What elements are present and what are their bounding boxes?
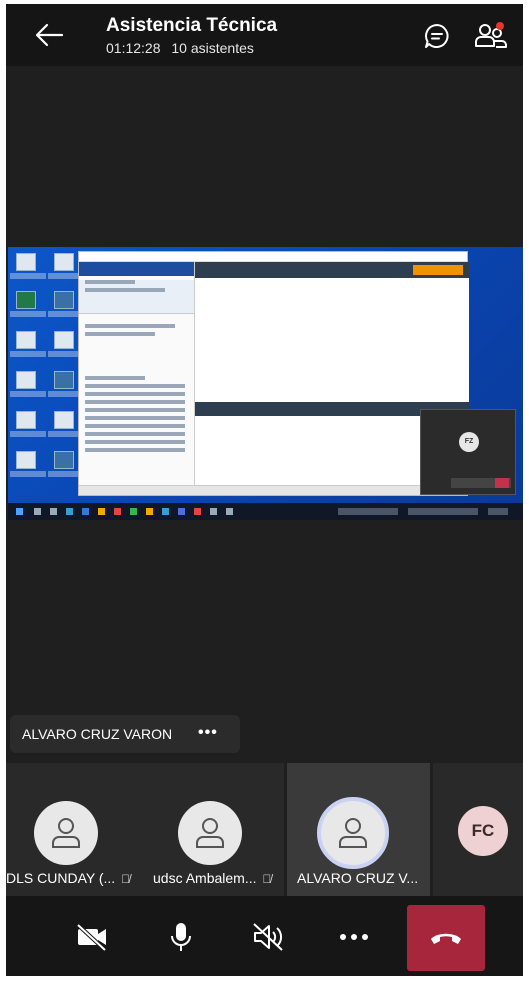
desktop-icon-label [10, 471, 46, 477]
notification-dot [496, 22, 504, 30]
pip-title [421, 410, 515, 416]
participant-tile-active[interactable]: ALVARO CRUZ V... [287, 763, 430, 896]
desktop-icon-label [10, 351, 46, 357]
camera-off-icon [76, 923, 107, 951]
speaker-off-icon [253, 923, 283, 951]
camera-button[interactable] [62, 910, 122, 964]
avatar [34, 801, 98, 865]
app-statusbar [79, 485, 469, 495]
desktop-icon-label [10, 311, 46, 317]
app-sidebar [79, 262, 195, 486]
meeting-screen: Asistencia Técnica 01:12:28 10 asistente… [6, 4, 523, 976]
app-logo-bar [79, 262, 194, 276]
start-icon [16, 508, 23, 515]
person-icon [52, 818, 80, 848]
participant-tile[interactable]: DLS CUNDAY (... 🎙̸ [6, 763, 145, 896]
desktop-app-icon [16, 371, 36, 389]
microphone-button[interactable] [151, 910, 211, 964]
desktop-app-icon [54, 451, 74, 469]
arrow-left-icon [35, 23, 64, 47]
more-icon[interactable]: ••• [198, 724, 218, 742]
more-icon [340, 934, 368, 940]
desktop-app-icon [16, 253, 36, 271]
hangup-button[interactable] [407, 905, 485, 971]
desktop-app-icon [16, 331, 36, 349]
pip-hangup [495, 478, 509, 488]
app-titlebar [79, 252, 467, 262]
desktop-app-icon [54, 411, 74, 429]
avatar [317, 797, 389, 869]
windows-taskbar [8, 503, 523, 520]
desktop-icon-label [10, 431, 46, 437]
app-action-button [413, 265, 463, 275]
shared-desktop: FZ [8, 247, 523, 503]
shared-app-window [78, 251, 469, 496]
desktop-app-icon [16, 451, 36, 469]
desktop-icon-label [10, 273, 46, 279]
app-panel-header [195, 262, 469, 278]
more-options-button[interactable] [324, 910, 384, 964]
shared-screen[interactable]: FZ [8, 247, 523, 520]
avatar [178, 801, 242, 865]
meeting-header: Asistencia Técnica 01:12:28 10 asistente… [6, 4, 523, 66]
pip-window: FZ [420, 409, 516, 495]
participant-name: DLS CUNDAY (... 🎙̸ [6, 870, 131, 886]
chat-button[interactable] [423, 22, 451, 50]
desktop-app-icon [54, 371, 74, 389]
call-controls [6, 896, 523, 976]
desktop-app-icon [54, 291, 74, 309]
person-icon [339, 818, 367, 848]
desktop-app-icon [54, 253, 74, 271]
attendee-count: 10 asistentes [171, 40, 254, 56]
desktop-app-icon [16, 411, 36, 429]
hangup-icon [431, 933, 461, 944]
chat-icon [425, 24, 449, 48]
active-speaker-label[interactable]: ALVARO CRUZ VARON ••• [10, 715, 240, 753]
person-icon [196, 818, 224, 848]
excel-icon [16, 291, 36, 309]
pip-avatar: FZ [459, 432, 479, 452]
desktop-app-icon [54, 331, 74, 349]
meeting-subtitle: 01:12:28 10 asistentes [106, 40, 261, 56]
participant-name: udsc Ambalem... 🎙̸ [153, 870, 272, 886]
app-user-panel [79, 280, 194, 314]
back-button[interactable] [34, 22, 64, 48]
meeting-title: Asistencia Técnica [106, 15, 278, 36]
mic-off-icon: 🎙̸ [121, 872, 131, 886]
participant-name: ALVARO CRUZ V... [297, 870, 419, 886]
participants-button[interactable] [474, 20, 508, 52]
meeting-duration: 01:12:28 [106, 40, 161, 56]
speaker-button[interactable] [238, 910, 298, 964]
microphone-icon [171, 923, 191, 951]
avatar-initials[interactable]: FC [458, 806, 508, 856]
active-speaker-name: ALVARO CRUZ VARON [22, 726, 173, 742]
mic-off-icon: 🎙̸ [262, 872, 272, 886]
desktop-icon-label [10, 391, 46, 397]
participant-tile[interactable]: udsc Ambalem... 🎙̸ [143, 763, 284, 896]
